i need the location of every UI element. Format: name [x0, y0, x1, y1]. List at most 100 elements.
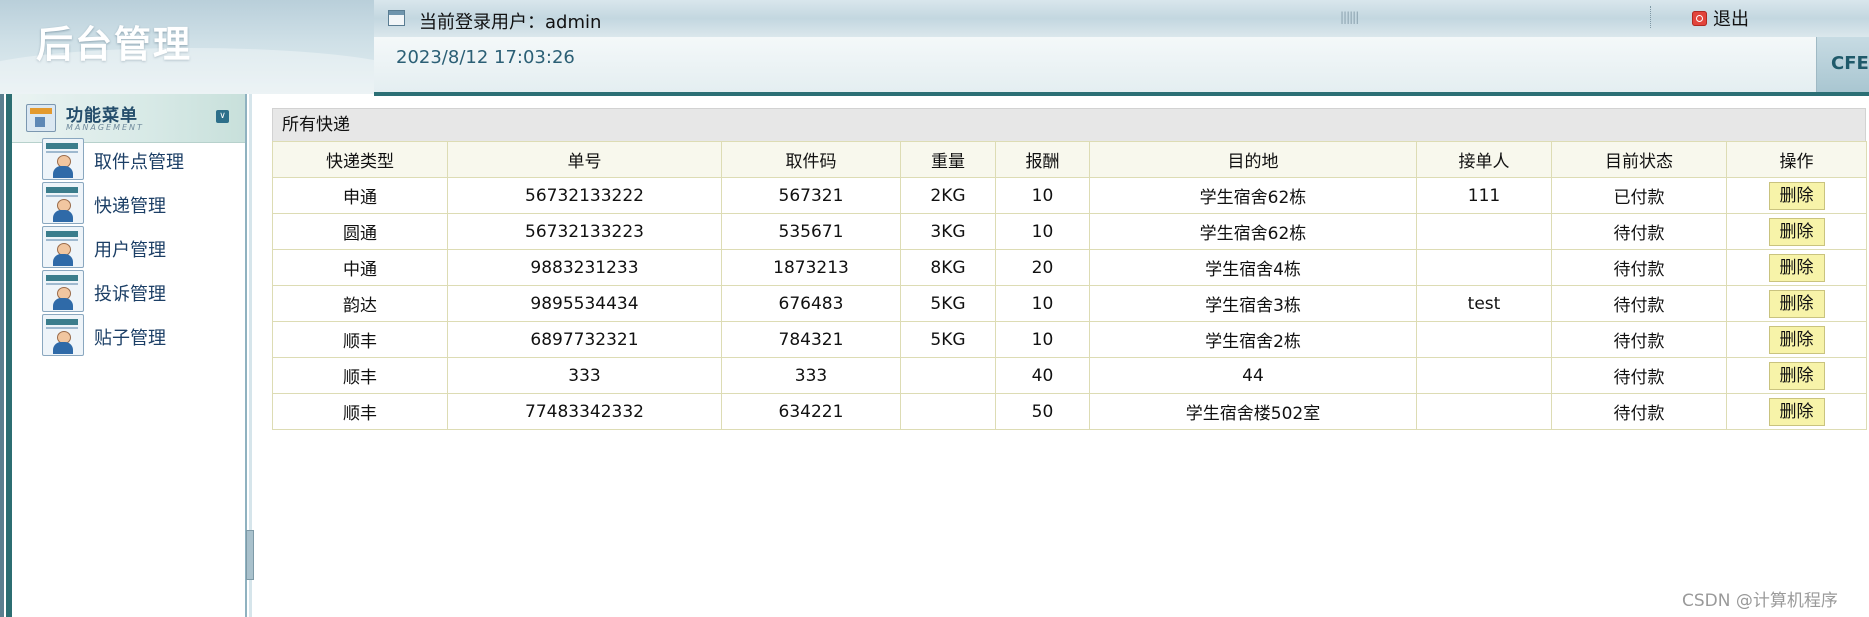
table-row: 顺丰 333 333 40 44 待付款 删除: [272, 357, 1867, 394]
current-datetime: 2023/8/12 17:03:26: [396, 47, 575, 68]
table-row: 顺丰 6897732321 784321 5KG 10 学生宿舍2栋 待付款 删…: [272, 321, 1867, 358]
delete-button[interactable]: 删除: [1768, 253, 1825, 282]
cell-pickup-code: 567321: [721, 177, 901, 214]
cell-type: 中通: [272, 249, 448, 286]
cell-status: 待付款: [1551, 393, 1727, 430]
column-header: 目的地: [1089, 141, 1417, 178]
delete-button[interactable]: 删除: [1768, 397, 1825, 426]
delete-button[interactable]: 删除: [1768, 361, 1825, 390]
top-bar: 当前登录用户：admin |||||| 退出: [374, 0, 1869, 38]
app-title: 后台管理: [36, 23, 192, 66]
cell-reward: 50: [995, 393, 1090, 430]
sidebar-item-label: 取件点管理: [94, 152, 184, 173]
delete-button[interactable]: 删除: [1768, 217, 1825, 246]
sidebar-edge: [0, 94, 4, 617]
cell-reward: 10: [995, 321, 1090, 358]
date-bar: 2023/8/12 17:03:26 CFE: [374, 37, 1869, 96]
cell-status: 已付款: [1551, 177, 1727, 214]
cell-reward: 10: [995, 285, 1090, 322]
column-header: 报酬: [995, 141, 1090, 178]
user-card-icon: [42, 314, 84, 356]
cell-type: 顺丰: [272, 321, 448, 358]
grip-icon: ||||||: [1340, 10, 1359, 24]
cell-weight: [900, 357, 996, 394]
cell-tracking-number: 6897732321: [447, 321, 722, 358]
sidebar-item-pickup-points[interactable]: 取件点管理: [42, 138, 242, 182]
cell-tracking-number: 77483342332: [447, 393, 722, 430]
cell-weight: 5KG: [900, 321, 996, 358]
sidebar-item-label: 贴子管理: [94, 328, 166, 349]
cell-status: 待付款: [1551, 249, 1727, 286]
cell-pickup-code: 784321: [721, 321, 901, 358]
logo-area: 后台管理: [0, 0, 374, 94]
user-card-icon: [42, 226, 84, 268]
sidebar-item-label: 用户管理: [94, 240, 166, 261]
column-header: 单号: [447, 141, 722, 178]
cell-destination: 学生宿舍楼502室: [1089, 393, 1417, 430]
sidebar: 功能菜单 MANAGEMENT ∨ 取件点管理 快递管理 用户管理 投诉管理 贴…: [0, 94, 254, 617]
cell-tracking-number: 333: [447, 357, 722, 394]
delete-button[interactable]: 删除: [1768, 325, 1825, 354]
column-header: 重量: [900, 141, 996, 178]
cell-actions: 删除: [1726, 357, 1867, 394]
divider: [1650, 6, 1652, 28]
cell-pickup-code: 535671: [721, 213, 901, 250]
cell-destination: 学生宿舍3栋: [1089, 285, 1417, 322]
cell-status: 待付款: [1551, 213, 1727, 250]
cell-actions: 删除: [1726, 321, 1867, 358]
cell-weight: [900, 393, 996, 430]
cell-destination: 学生宿舍2栋: [1089, 321, 1417, 358]
current-user-label: 当前登录用户：admin: [419, 12, 602, 33]
cell-status: 待付款: [1551, 357, 1727, 394]
delete-button[interactable]: 删除: [1768, 289, 1825, 318]
user-card-icon: [42, 138, 84, 180]
column-header: 快递类型: [272, 141, 448, 178]
sidebar-splitter-handle[interactable]: [246, 530, 254, 580]
cell-weight: 3KG: [900, 213, 996, 250]
logout-button[interactable]: 退出: [1692, 6, 1749, 30]
cell-receiver: test: [1416, 285, 1552, 322]
cell-reward: 10: [995, 177, 1090, 214]
cell-destination: 学生宿舍62栋: [1089, 177, 1417, 214]
column-header: 目前状态: [1551, 141, 1727, 178]
cell-receiver: [1416, 357, 1552, 394]
cell-reward: 10: [995, 213, 1090, 250]
cell-weight: 5KG: [900, 285, 996, 322]
user-card-icon: [42, 182, 84, 224]
cell-receiver: [1416, 213, 1552, 250]
cell-actions: 删除: [1726, 249, 1867, 286]
cell-type: 顺丰: [272, 393, 448, 430]
sidebar-edge-accent: [6, 94, 12, 617]
table-header-row: 快递类型 单号 取件码 重量 报酬 目的地 接单人 目前状态 操作: [272, 141, 1867, 178]
table-row: 中通 9883231233 1873213 8KG 20 学生宿舍4栋 待付款 …: [272, 249, 1867, 286]
column-header: 取件码: [721, 141, 901, 178]
cell-tracking-number: 9883231233: [447, 249, 722, 286]
sidebar-item-express[interactable]: 快递管理: [42, 182, 242, 226]
panel-title: 所有快递: [272, 108, 1866, 141]
cell-weight: 8KG: [900, 249, 996, 286]
user-card-icon: [42, 270, 84, 312]
power-icon: [1692, 10, 1707, 26]
delete-button[interactable]: 删除: [1768, 181, 1825, 210]
sidebar-item-complaints[interactable]: 投诉管理: [42, 270, 242, 314]
cell-actions: 删除: [1726, 177, 1867, 214]
cell-destination: 学生宿舍62栋: [1089, 213, 1417, 250]
cell-reward: 20: [995, 249, 1090, 286]
menu-subtitle: MANAGEMENT: [66, 123, 144, 132]
cell-receiver: [1416, 393, 1552, 430]
cell-reward: 40: [995, 357, 1090, 394]
cell-actions: 删除: [1726, 393, 1867, 430]
cell-pickup-code: 1873213: [721, 249, 901, 286]
table-row: 顺丰 77483342332 634221 50 学生宿舍楼502室 待付款 删…: [272, 393, 1867, 430]
cell-actions: 删除: [1726, 285, 1867, 322]
column-header: 操作: [1726, 141, 1867, 178]
sidebar-item-posts[interactable]: 贴子管理: [42, 314, 242, 358]
logout-label: 退出: [1713, 9, 1749, 30]
column-header: 接单人: [1416, 141, 1552, 178]
sidebar-item-users[interactable]: 用户管理: [42, 226, 242, 270]
collapse-menu-icon[interactable]: ∨: [216, 110, 229, 123]
cell-type: 申通: [272, 177, 448, 214]
main-content: 所有快递 快递类型 单号 取件码 重量 报酬 目的地 接单人 目前状态 操作 申…: [272, 108, 1867, 430]
cell-destination: 44: [1089, 357, 1417, 394]
cell-receiver: [1416, 249, 1552, 286]
